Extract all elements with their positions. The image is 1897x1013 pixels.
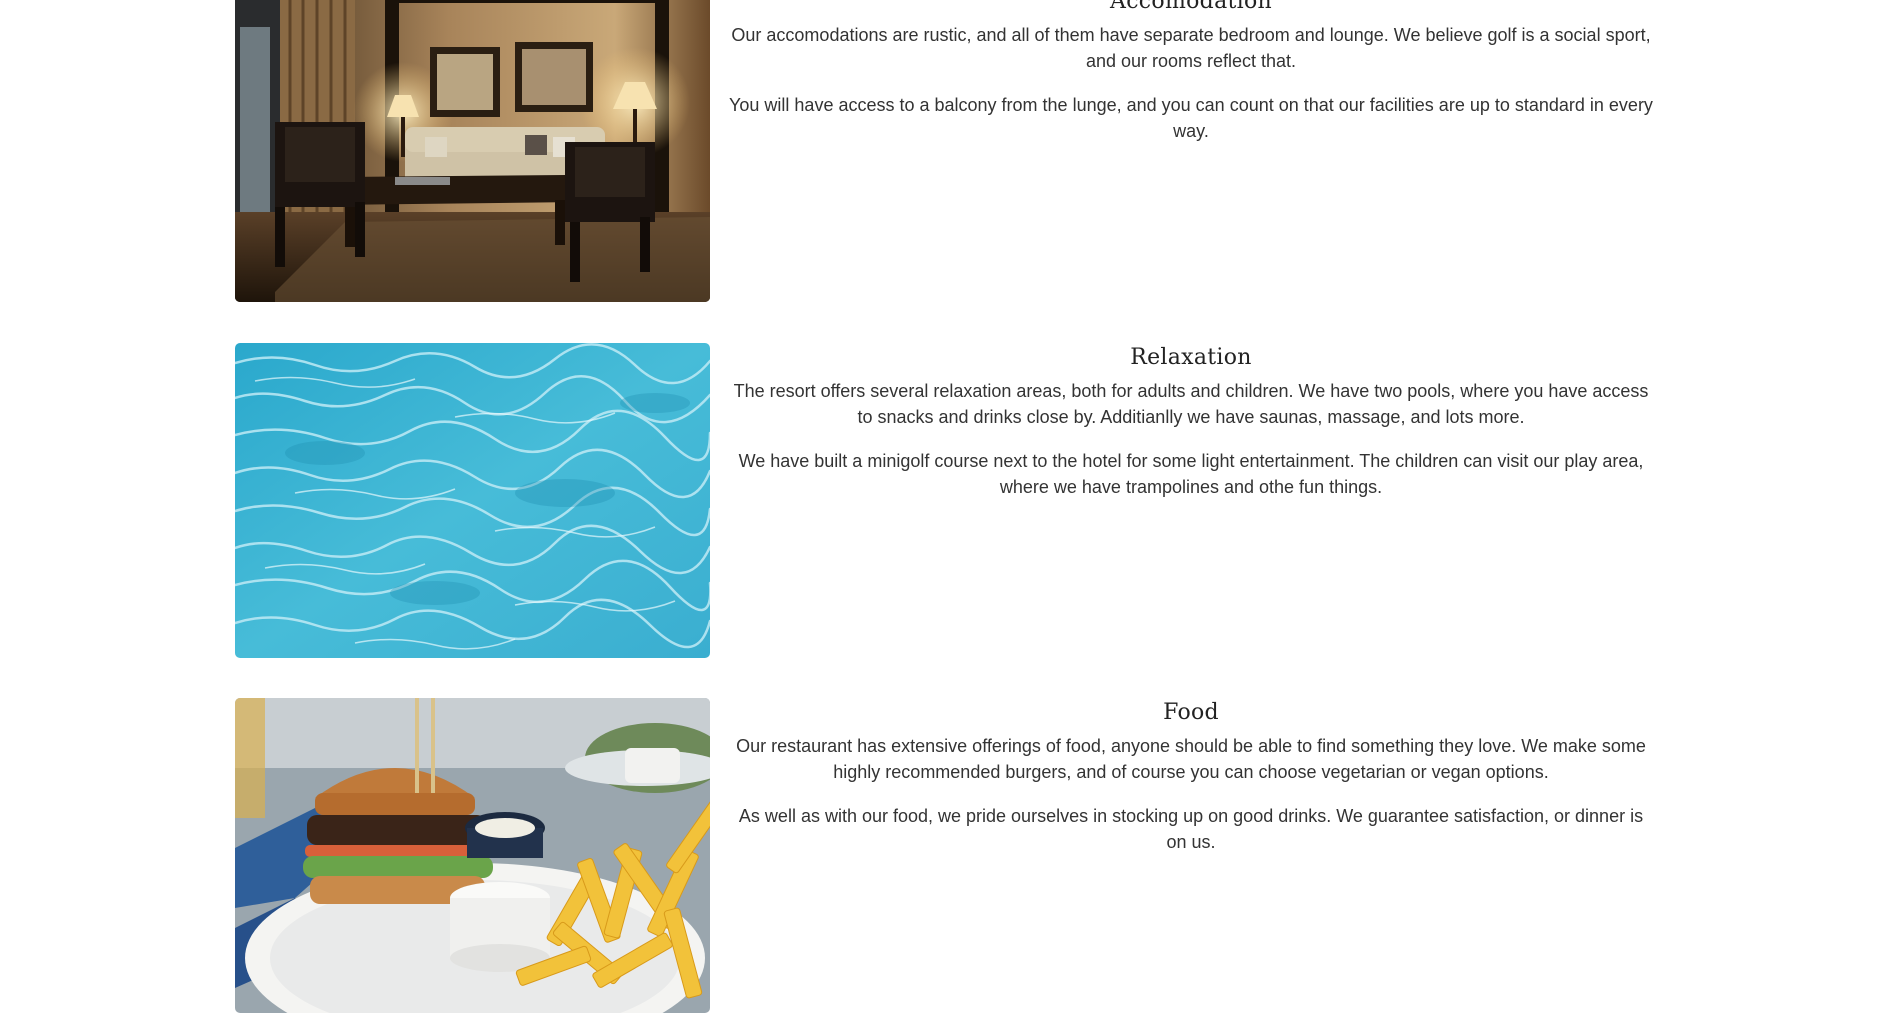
food-section: Food Our restaurant has extensive offeri… (235, 698, 1663, 1013)
section-title: Relaxation (1130, 345, 1252, 370)
section-paragraph: Our restaurant has extensive offerings o… (736, 736, 1646, 782)
pool-water-photo (235, 343, 710, 658)
burger-and-fries-photo (235, 698, 710, 1013)
section-title: Accomodation (1110, 0, 1272, 14)
food-text: Food Our restaurant has extensive offeri… (729, 698, 1653, 873)
section-paragraph: You will have access to a balcony from t… (729, 95, 1653, 141)
relaxation-text: Relaxation The resort offers several rel… (729, 343, 1653, 518)
hotel-lounge-room-photo (235, 0, 710, 302)
relaxation-section: Relaxation The resort offers several rel… (235, 343, 1663, 658)
section-paragraph: We have built a minigolf course next to … (738, 451, 1644, 497)
accomodation-text: Accomodation Our accomodations are rusti… (729, 0, 1653, 162)
section-paragraph: As well as with our food, we pride ourse… (738, 806, 1644, 852)
section-paragraph: The resort offers several relaxation are… (733, 381, 1649, 427)
section-title: Food (1163, 700, 1219, 725)
accomodation-section: Accomodation Our accomodations are rusti… (235, 0, 1663, 302)
section-paragraph: Our accomodations are rustic, and all of… (731, 25, 1651, 71)
